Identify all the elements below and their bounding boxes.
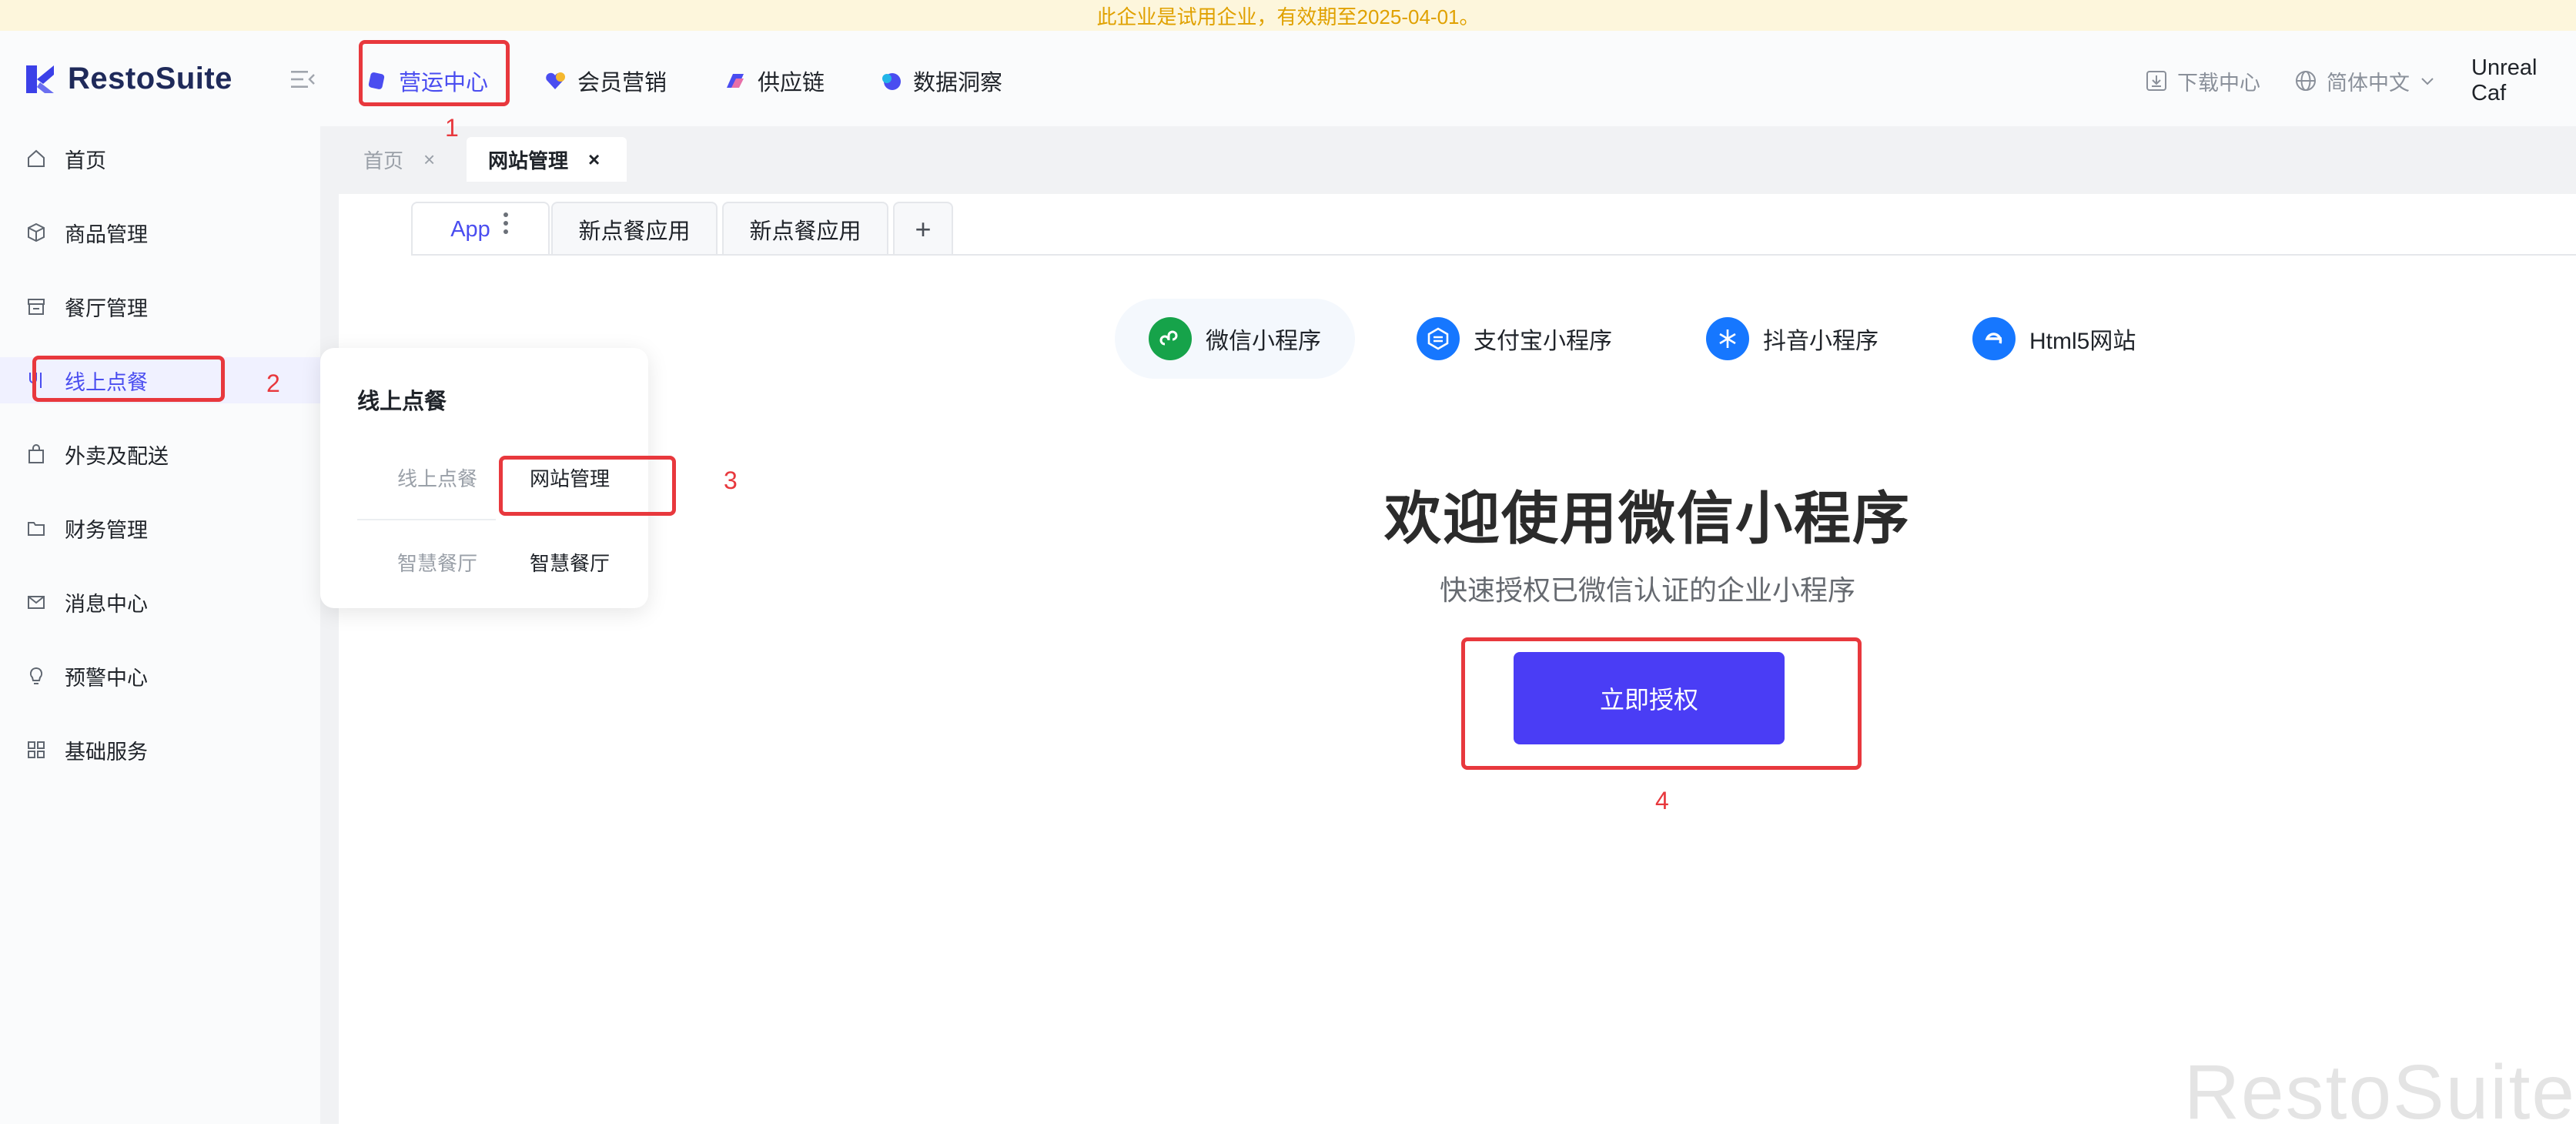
html5-ie-icon	[1972, 317, 2016, 360]
sidebar-item-basic-services[interactable]: 基础服务	[0, 727, 320, 773]
channel-tab-html5[interactable]: Html5网站	[1972, 299, 2136, 379]
popover-category-online-ordering: 线上点餐	[397, 467, 478, 490]
sidebar-item-label: 财务管理	[65, 518, 148, 542]
sidebar-collapse-icon[interactable]	[289, 68, 316, 91]
app-tabs-divider	[411, 254, 2576, 256]
user-menu[interactable]: Unreal Caf	[2471, 55, 2576, 105]
sidebar-item-label: 预警中心	[65, 666, 148, 690]
channel-label: 支付宝小程序	[1474, 329, 1612, 354]
annotation-label-2: 2	[266, 370, 280, 397]
trial-banner-text: 此企业是试用企业，有效期至2025-04-01。	[1096, 5, 1480, 28]
channel-label: 微信小程序	[1206, 329, 1321, 354]
annotation-box-2	[32, 356, 225, 402]
page-tab-label: 网站管理	[488, 149, 569, 172]
member-marketing-icon	[546, 72, 565, 89]
sidebar-item-messages[interactable]: 消息中心	[0, 579, 320, 625]
page-tab-home[interactable]: 首页 ×	[342, 137, 456, 182]
grid-icon	[28, 741, 45, 758]
restosuite-logo-icon	[26, 65, 54, 93]
sidebar-item-label: 外卖及配送	[65, 444, 169, 468]
download-center-label: 下载中心	[2177, 71, 2260, 95]
brand-name: RestoSuite	[68, 62, 233, 95]
nav-member-marketing-label: 会员营销	[577, 71, 667, 95]
close-icon[interactable]: ×	[423, 148, 435, 172]
sidebar-item-alerts[interactable]: 预警中心	[0, 653, 320, 699]
sidebar-item-label: 消息中心	[65, 592, 148, 616]
trial-banner: 此企业是试用企业，有效期至2025-04-01。	[0, 0, 2576, 31]
popover-category-smart-restaurant: 智慧餐厅	[397, 552, 478, 575]
mail-icon	[28, 596, 45, 609]
language-select[interactable]: 简体中文	[2294, 62, 2436, 100]
douyin-icon	[1706, 317, 1749, 360]
chevron-down-icon	[2421, 78, 2434, 85]
app-tab-label: 新点餐应用	[578, 219, 691, 244]
channel-tab-alipay[interactable]: 支付宝小程序	[1417, 299, 1612, 379]
annotation-box-4	[1461, 637, 1862, 770]
download-icon	[2146, 71, 2166, 91]
page-tab-label: 首页	[363, 149, 404, 172]
sidebar-item-finance[interactable]: 财务管理	[0, 505, 320, 551]
popover-divider	[357, 519, 496, 520]
app-tab-new-ordering-1[interactable]: 新点餐应用	[551, 202, 718, 256]
user-name: Unreal Caf	[2471, 55, 2538, 105]
bag-icon	[28, 444, 44, 463]
home-icon	[28, 149, 45, 167]
more-vertical-icon[interactable]	[501, 211, 510, 237]
sidebar: 首页 商品管理 餐厅管理 线上点餐 外卖及配送 财务管理 消息中心 预警中心 基…	[0, 126, 320, 1124]
brand-logo[interactable]: RestoSuite	[23, 62, 233, 96]
wechat-mini-icon	[1149, 317, 1192, 360]
folder-icon	[28, 522, 45, 536]
app-tab-app[interactable]: App	[411, 202, 550, 256]
plus-icon: +	[915, 213, 932, 245]
app-tab-new-ordering-2[interactable]: 新点餐应用	[722, 202, 888, 256]
popover-link-smart-restaurant[interactable]: 智慧餐厅	[530, 548, 610, 577]
app-tab-label: App	[450, 216, 490, 242]
popover-title: 线上点餐	[357, 390, 447, 414]
channel-tab-wechat[interactable]: 微信小程序	[1115, 299, 1355, 379]
sidebar-item-delivery[interactable]: 外卖及配送	[0, 431, 320, 477]
annotation-box-1	[359, 40, 510, 106]
alipay-icon	[1417, 317, 1460, 360]
nav-supply-chain[interactable]: 供应链	[724, 62, 825, 100]
language-label: 简体中文	[2327, 71, 2410, 95]
annotation-label-3: 3	[724, 467, 738, 494]
app-tab-label: 新点餐应用	[749, 219, 861, 244]
hero-subtitle: 快速授权已微信认证的企业小程序	[1439, 574, 1855, 606]
sidebar-item-label: 餐厅管理	[65, 296, 148, 320]
channel-label: 抖音小程序	[1763, 329, 1878, 354]
annotation-label-1: 1	[445, 114, 459, 142]
nav-supply-chain-label: 供应链	[758, 71, 825, 95]
bulb-icon	[29, 667, 43, 684]
nav-data-insight[interactable]: 数据洞察	[879, 62, 1002, 100]
sidebar-item-label: 首页	[65, 149, 106, 172]
nav-data-insight-label: 数据洞察	[913, 71, 1003, 95]
globe-icon	[2296, 71, 2316, 91]
box-icon	[28, 222, 45, 242]
store-icon	[28, 299, 45, 315]
sidebar-item-label: 商品管理	[65, 222, 148, 246]
sidebar-item-label: 基础服务	[65, 740, 148, 764]
add-app-button[interactable]: +	[893, 202, 953, 256]
nav-member-marketing[interactable]: 会员营销	[544, 62, 667, 100]
download-center[interactable]: 下载中心	[2145, 62, 2260, 100]
hero-title: 欢迎使用微信小程序	[1384, 487, 1911, 550]
data-insight-icon	[882, 73, 901, 90]
channel-tab-douyin[interactable]: 抖音小程序	[1706, 299, 1878, 379]
supply-chain-icon	[727, 74, 744, 88]
annotation-box-3	[499, 456, 676, 516]
sidebar-item-restaurants[interactable]: 餐厅管理	[0, 283, 320, 329]
sidebar-item-products[interactable]: 商品管理	[0, 209, 320, 256]
channel-label: Html5网站	[2029, 329, 2136, 354]
close-icon[interactable]: ×	[588, 148, 600, 172]
page-tab-website-management[interactable]: 网站管理 ×	[467, 137, 627, 182]
sidebar-item-home[interactable]: 首页	[0, 135, 320, 182]
annotation-label-4: 4	[1655, 787, 1669, 814]
